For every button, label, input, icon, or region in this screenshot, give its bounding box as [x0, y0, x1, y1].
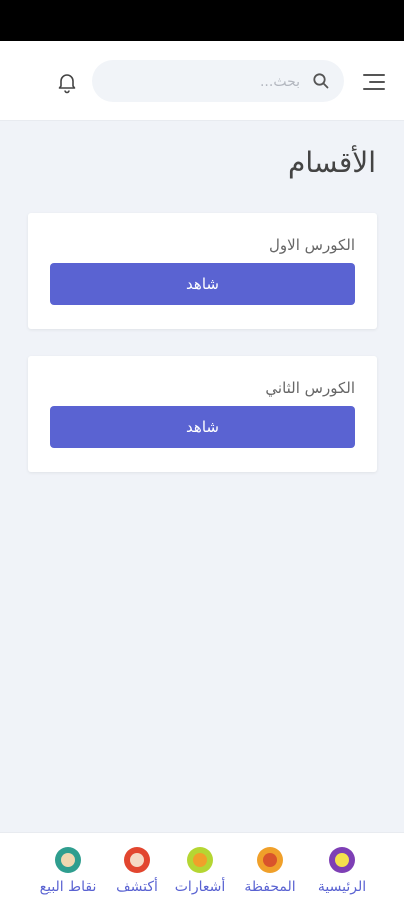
- course-card: الكورس الثاني شاهد: [28, 356, 377, 472]
- home-icon: [329, 847, 355, 873]
- search-input[interactable]: [118, 71, 302, 93]
- points-of-sale-icon: [55, 847, 81, 873]
- nav-item-notifications[interactable]: أشعارات: [164, 847, 236, 901]
- watch-course-button[interactable]: شاهد: [50, 263, 355, 305]
- nav-label: نقاط البيع: [39, 879, 97, 895]
- course-title: الكورس الاول: [269, 236, 355, 254]
- discover-icon: [124, 847, 150, 873]
- nav-item-discover[interactable]: أكتشف: [101, 847, 173, 901]
- status-bar: [0, 0, 404, 41]
- nav-item-points-of-sale[interactable]: نقاط البيع: [32, 847, 104, 901]
- search-icon[interactable]: [312, 72, 330, 90]
- bottom-navigation: الرئيسية المحفظة أشعارات أكتشف نقاط البي…: [0, 832, 404, 901]
- course-title: الكورس الثاني: [265, 379, 355, 397]
- menu-icon[interactable]: [361, 72, 385, 92]
- notifications-icon: [187, 847, 213, 873]
- page-title: الأقسام: [288, 146, 376, 179]
- nav-label: الرئيسية: [317, 879, 367, 895]
- search-bar[interactable]: [92, 60, 344, 102]
- wallet-icon: [257, 847, 283, 873]
- nav-label: المحفظة: [244, 879, 296, 895]
- bell-icon[interactable]: [55, 70, 79, 94]
- nav-label: أكتشف: [116, 879, 158, 895]
- course-card: الكورس الاول شاهد: [28, 213, 377, 329]
- nav-label: أشعارات: [174, 879, 226, 895]
- nav-item-wallet[interactable]: المحفظة: [234, 847, 306, 901]
- watch-course-button[interactable]: شاهد: [50, 406, 355, 448]
- nav-item-home[interactable]: الرئيسية: [306, 847, 378, 901]
